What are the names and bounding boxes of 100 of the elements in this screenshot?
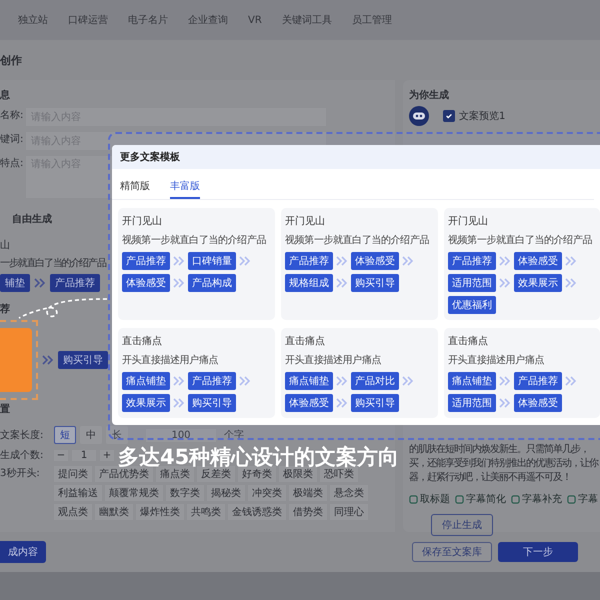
subtitle-action[interactable]: 字幕补充	[511, 492, 562, 506]
opening-tag[interactable]: 悬念类	[330, 485, 368, 501]
step-button[interactable]: 痛点铺垫	[448, 372, 496, 390]
step-button[interactable]: 优惠福利	[448, 296, 496, 314]
generate-button[interactable]: 成内容	[0, 541, 46, 563]
double-chevron-icon	[499, 256, 511, 266]
length-option[interactable]: 中	[80, 426, 102, 444]
step-button[interactable]: 规格组成	[285, 274, 333, 292]
opening-tag[interactable]: 提问类	[54, 466, 92, 482]
step-button[interactable]: 产品推荐	[285, 252, 333, 270]
step-button[interactable]: 产品推荐	[50, 274, 100, 292]
caption-text: 多达45种精心设计的文案方向	[118, 447, 400, 468]
nav-item[interactable]: 电子名片	[128, 13, 168, 27]
checkbox[interactable]	[443, 110, 455, 122]
length-input[interactable]: 100	[146, 428, 216, 442]
opening-tag[interactable]: 揭秘类	[207, 485, 245, 501]
opening-tag[interactable]: 产品优势类	[95, 466, 153, 482]
double-chevron-icon	[336, 256, 348, 266]
opening-tag[interactable]: 极端类	[289, 485, 327, 501]
step-button[interactable]: 口碑销量	[188, 252, 236, 270]
opening-tag[interactable]: 数字类	[166, 485, 204, 501]
opening-tag[interactable]: 恐吓类	[320, 466, 358, 482]
opening-tag[interactable]: 痛点类	[156, 466, 194, 482]
template-tab[interactable]: 精简版	[120, 179, 150, 199]
double-chevron-icon	[173, 278, 185, 288]
nav-item[interactable]: 企业查询	[188, 13, 228, 27]
step-button[interactable]: 体验感受	[514, 394, 562, 412]
card-description: 开头直接描述用户痛点	[122, 354, 218, 367]
nav-item[interactable]: 关键词工具	[282, 13, 332, 27]
step-button[interactable]: 产品构成	[188, 274, 236, 292]
template-card[interactable]: 直击痛点 开头直接描述用户痛点 痛点铺垫 产品对比 体验感受 购买引导	[281, 328, 438, 418]
card-description: 视频第一步就直白了当的介绍产品	[122, 234, 266, 247]
opening-tag[interactable]: 幽默类	[95, 504, 133, 520]
opening-tag[interactable]: 好奇类	[238, 466, 276, 482]
opening-tag[interactable]: 极限类	[279, 466, 317, 482]
card-title: 开门见山	[448, 214, 488, 228]
square-icon	[567, 494, 576, 504]
card-description: 开头直接描述用户痛点	[448, 354, 544, 367]
step-button[interactable]: 产品对比	[351, 372, 399, 390]
checkbox-label: 文案预览1	[459, 110, 506, 123]
template-card[interactable]: 开门见山 视频第一步就直白了当的介绍产品 产品推荐 体验感受 规格组成 购买引导	[281, 208, 438, 320]
step-button[interactable]: 辅垫	[0, 274, 30, 292]
step-button[interactable]: 产品推荐	[122, 252, 170, 270]
opening-tag[interactable]: 颠覆常规类	[105, 485, 163, 501]
template-tab[interactable]: 丰富版	[170, 179, 200, 199]
step-button[interactable]: 效果展示	[122, 394, 170, 412]
nav-item[interactable]: 口碑运营	[68, 13, 108, 27]
subtitle-action[interactable]: 取标题	[409, 492, 450, 506]
nav-item[interactable]: 员工管理	[352, 13, 392, 27]
template-title: 山	[0, 238, 10, 252]
step-button[interactable]: 体验感受	[351, 252, 399, 270]
card-title: 开门见山	[285, 214, 325, 228]
step-button[interactable]: 产品推荐	[448, 252, 496, 270]
step-button[interactable]: 产品推荐	[188, 372, 236, 390]
opening-tag[interactable]: 同理心	[330, 504, 368, 520]
opening-tag[interactable]: 冲突类	[248, 485, 286, 501]
step-button[interactable]: 购买引导	[351, 394, 399, 412]
nav-item[interactable]: 独立站	[18, 13, 48, 27]
opening-tag[interactable]: 共鸣类	[187, 504, 225, 520]
step-button[interactable]: 体验感受	[122, 274, 170, 292]
subtitle-action[interactable]: 字幕	[567, 492, 598, 506]
opening-tag[interactable]: 反差类	[197, 466, 235, 482]
double-chevron-icon	[499, 398, 511, 408]
opening-tag[interactable]: 金钱诱惑类	[228, 504, 286, 520]
step-button[interactable]: 购买引导	[188, 394, 236, 412]
card-title: 直击痛点	[285, 334, 325, 348]
step-button[interactable]: 适用范围	[448, 274, 496, 292]
mode-tab[interactable]: 自由生成	[12, 212, 52, 226]
nav-item[interactable]: VR	[248, 14, 262, 26]
step-button[interactable]: 适用范围	[448, 394, 496, 412]
plus-button[interactable]: +	[100, 450, 114, 460]
check-icon	[445, 112, 453, 120]
step-button[interactable]: 效果展示	[514, 274, 562, 292]
opening-tag[interactable]: 利益输送	[54, 485, 102, 501]
length-option[interactable]: 短	[54, 426, 76, 444]
subtitle-action[interactable]: 字幕简化	[455, 492, 506, 506]
square-icon	[409, 494, 418, 504]
template-card[interactable]: 开门见山 视频第一步就直白了当的介绍产品 产品推荐 体验感受 适用范围 效果展示 优惠福利	[444, 208, 600, 320]
template-card[interactable]: 直击痛点 开头直接描述用户痛点 痛点铺垫 产品推荐 效果展示 购买引导	[118, 328, 275, 418]
length-option[interactable]: 长	[106, 426, 128, 444]
save-button[interactable]: 保存至文案库	[412, 542, 492, 562]
step-button[interactable]: 体验感受	[285, 394, 333, 412]
next-button[interactable]: 下一步	[498, 542, 578, 562]
section-title: 置	[0, 402, 10, 416]
step-button[interactable]: 产品推荐	[514, 372, 562, 390]
opening-tag[interactable]: 借势类	[289, 504, 327, 520]
opening-tag[interactable]: 观点类	[54, 504, 92, 520]
template-card[interactable]: 直击痛点 开头直接描述用户痛点 痛点铺垫 产品推荐 适用范围 体验感受	[444, 328, 600, 418]
step-button[interactable]: 体验感受	[514, 252, 562, 270]
template-card[interactable]: 开门见山 视频第一步就直白了当的介绍产品 产品推荐 口碑销量 体验感受 产品构成	[118, 208, 275, 320]
minus-button[interactable]: −	[54, 450, 68, 460]
double-chevron-icon	[239, 256, 251, 266]
step-button[interactable]: 痛点铺垫	[285, 372, 333, 390]
step-button[interactable]: 购买引导	[351, 274, 399, 292]
section-title: 息	[0, 88, 10, 102]
step-button[interactable]: 痛点铺垫	[122, 372, 170, 390]
stop-button[interactable]: 停止生成	[431, 514, 493, 536]
step-button[interactable]: 购买引导	[58, 351, 108, 369]
card-description: 开头直接描述用户痛点	[285, 354, 382, 367]
opening-tag[interactable]: 爆炸性类	[136, 504, 184, 520]
